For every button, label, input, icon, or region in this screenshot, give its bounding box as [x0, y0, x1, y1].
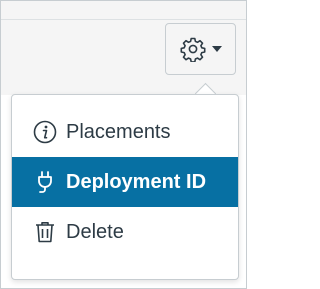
- settings-dropdown-menu: Placements Deployment ID Delete: [11, 94, 239, 280]
- info-icon: [32, 119, 58, 145]
- settings-menu-button[interactable]: [165, 23, 236, 75]
- app-frame: Placements Deployment ID Delete: [0, 0, 247, 289]
- plug-icon: [32, 169, 58, 195]
- menu-item-label: Deployment ID: [66, 170, 207, 193]
- caret-down-icon: [211, 45, 222, 53]
- menu-item-delete[interactable]: Delete: [12, 207, 238, 257]
- header-divider: [1, 19, 246, 20]
- trash-icon: [32, 219, 58, 245]
- menu-item-label: Placements: [66, 120, 171, 143]
- menu-item-placements[interactable]: Placements: [12, 107, 238, 157]
- gear-icon: [180, 36, 206, 62]
- menu-item-label: Delete: [66, 220, 124, 243]
- menu-item-deployment-id[interactable]: Deployment ID: [12, 157, 238, 207]
